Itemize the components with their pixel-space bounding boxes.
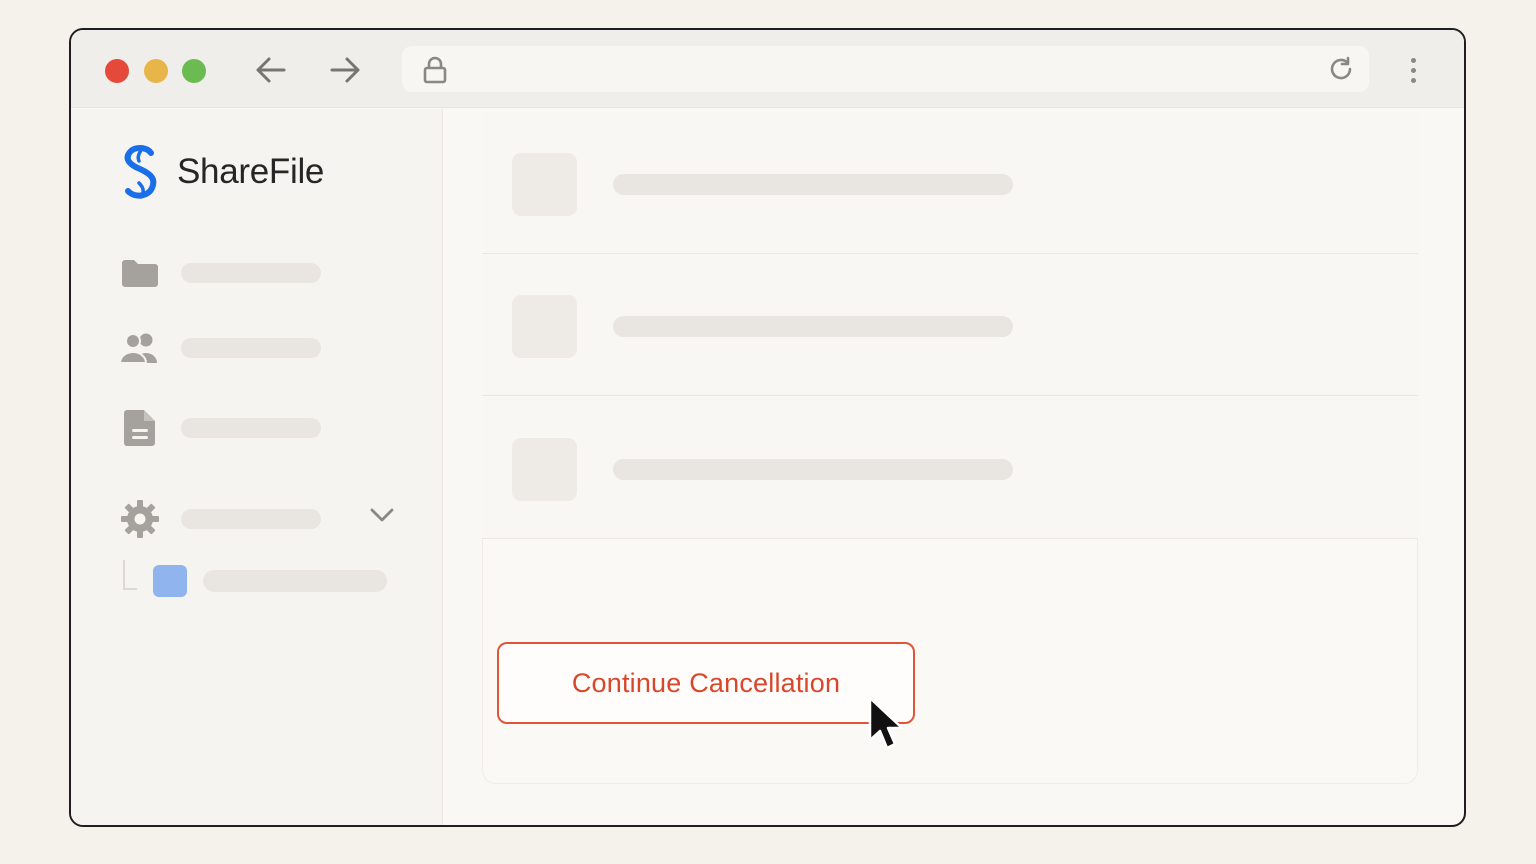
sidebar: ShareFile (71, 109, 443, 825)
item-thumbnail (512, 438, 577, 501)
reload-icon[interactable] (1327, 55, 1355, 83)
sidebar-item-people[interactable] (119, 328, 321, 368)
sidebar-item-label (181, 338, 321, 358)
chevron-down-icon[interactable] (369, 506, 395, 524)
list-item[interactable] (482, 112, 1418, 254)
arrow-left-icon (256, 57, 286, 83)
item-label (613, 459, 1013, 480)
brand[interactable]: ShareFile (119, 143, 324, 201)
sidebar-item-settings[interactable] (119, 499, 321, 539)
cancellation-panel: Continue Cancellation (482, 539, 1418, 784)
brand-name: ShareFile (177, 152, 325, 191)
back-button[interactable] (252, 52, 288, 88)
item-label (613, 174, 1013, 195)
continue-cancellation-button[interactable]: Continue Cancellation (497, 642, 915, 724)
browser-window: ShareFile Continue Cancellation (69, 28, 1466, 827)
users-icon (119, 328, 161, 368)
minimize-window-button[interactable] (144, 59, 168, 83)
browser-menu-button[interactable] (1401, 52, 1425, 88)
item-label (613, 316, 1013, 337)
close-window-button[interactable] (105, 59, 129, 83)
sidebar-subitem[interactable] (123, 560, 387, 597)
sidebar-item-documents[interactable] (119, 408, 321, 448)
main-content: Continue Cancellation (482, 112, 1418, 784)
arrow-right-icon (330, 57, 360, 83)
kebab-menu-icon (1410, 57, 1416, 63)
document-icon (119, 408, 161, 448)
item-thumbnail (512, 295, 577, 358)
item-thumbnail (512, 153, 577, 216)
sidebar-item-label (181, 263, 321, 283)
folder-icon (119, 253, 161, 293)
maximize-window-button[interactable] (182, 59, 206, 83)
sharefile-logo-icon (124, 145, 157, 199)
subitem-icon (153, 565, 187, 597)
list-item[interactable] (482, 397, 1418, 539)
list-item[interactable] (482, 254, 1418, 396)
lock-icon (423, 56, 447, 84)
sidebar-item-files[interactable] (119, 253, 321, 293)
sidebar-item-label (181, 418, 321, 438)
sidebar-item-label (181, 509, 321, 529)
address-bar[interactable] (402, 46, 1369, 92)
sidebar-subitem-label (203, 570, 387, 592)
forward-button[interactable] (328, 52, 364, 88)
tree-connector (123, 560, 137, 590)
gear-icon (119, 499, 161, 539)
browser-toolbar (71, 30, 1464, 108)
mouse-cursor-icon (868, 696, 904, 750)
